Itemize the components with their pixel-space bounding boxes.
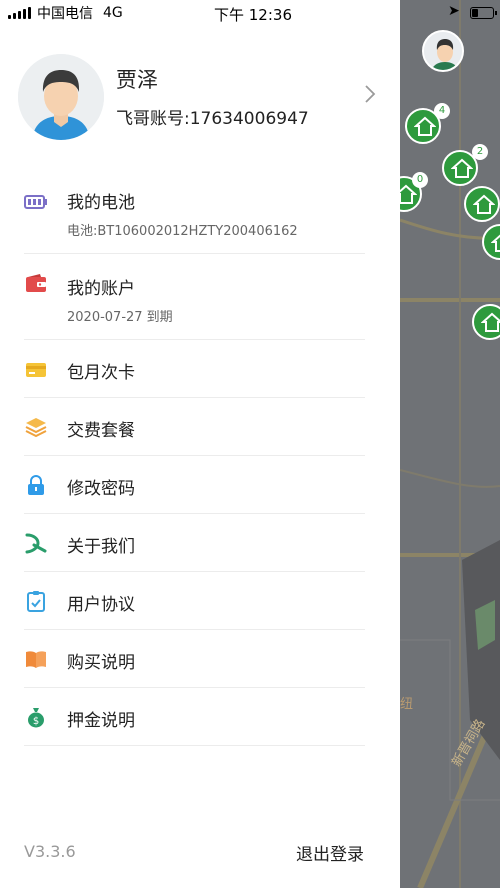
clock: 下午 12:36 <box>214 6 292 24</box>
about-logo-icon <box>25 533 47 554</box>
menu-label-deposit-info: 押金说明 <box>67 711 135 731</box>
side-drawer: 贾泽 飞哥账号:17634006947 我的电池 电池:BT106002012H… <box>0 0 400 888</box>
pin-count-badge: 0 <box>412 172 428 188</box>
battery-icon <box>24 195 47 209</box>
avatar <box>18 54 104 140</box>
signal-icon <box>8 7 31 19</box>
book-icon <box>26 651 46 668</box>
money-bag-icon: $ <box>28 708 44 728</box>
menu-item-my-battery[interactable]: 我的电池 电池:BT106002012HZTY200406162 <box>24 168 365 254</box>
station-pin[interactable] <box>464 186 500 222</box>
menu-label-change-password: 修改密码 <box>67 479 135 499</box>
menu-label-my-battery: 我的电池 <box>67 193 135 213</box>
menu-label-packages: 交费套餐 <box>67 421 135 441</box>
menu-item-deposit-info[interactable]: $ 押金说明 <box>24 688 365 746</box>
svg-text:$: $ <box>33 716 39 727</box>
app-version: V3.3.6 <box>24 842 76 861</box>
pin-count-badge: 4 <box>434 103 450 119</box>
layers-icon <box>25 418 47 438</box>
user-account-number: 飞哥账号:17634006947 <box>116 109 309 129</box>
menu-item-packages[interactable]: 交费套餐 <box>24 398 365 456</box>
carrier-label: 中国电信 <box>37 6 93 22</box>
user-name: 贾泽 <box>116 68 158 92</box>
menu-label-my-account: 我的账户 <box>67 279 135 299</box>
station-pin[interactable] <box>472 304 500 340</box>
menu-item-purchase-info[interactable]: 购买说明 <box>24 630 365 688</box>
clipboard-icon <box>27 591 45 612</box>
battery-id: 电池:BT106002012HZTY200406162 <box>67 224 298 239</box>
menu-label-user-agreement: 用户协议 <box>67 595 135 615</box>
map-view[interactable]: 4 2 0 纽 新晋祠路 <box>400 0 500 888</box>
battery-status-icon <box>470 7 497 19</box>
menu-item-user-agreement[interactable]: 用户协议 <box>24 572 365 630</box>
wallet-icon <box>26 274 46 292</box>
menu-label-purchase-info: 购买说明 <box>67 653 135 673</box>
menu-item-about-us[interactable]: 关于我们 <box>24 514 365 572</box>
menu-item-my-account[interactable]: 我的账户 2020-07-27 到期 <box>24 254 365 340</box>
map-user-avatar[interactable] <box>422 30 464 72</box>
account-expiry: 2020-07-27 到期 <box>67 310 173 325</box>
chevron-right-icon <box>364 84 376 110</box>
menu-label-about-us: 关于我们 <box>67 537 135 557</box>
menu-item-change-password[interactable]: 修改密码 <box>24 456 365 514</box>
pin-count-badge: 2 <box>472 144 488 160</box>
network-label: 4G <box>103 5 123 21</box>
lock-icon <box>28 475 44 495</box>
menu-item-monthly-card[interactable]: 包月次卡 <box>24 340 365 398</box>
logout-button[interactable]: 退出登录 <box>296 840 364 865</box>
profile-header[interactable]: 贾泽 飞哥账号:17634006947 <box>0 52 400 142</box>
card-icon <box>26 363 46 377</box>
location-arrow-icon: ➤ <box>448 3 460 19</box>
status-bar: 中国电信 4G 下午 12:36 ➤ <box>0 0 500 26</box>
map-place-label: 纽 <box>400 697 414 712</box>
menu-label-monthly-card: 包月次卡 <box>67 363 135 383</box>
